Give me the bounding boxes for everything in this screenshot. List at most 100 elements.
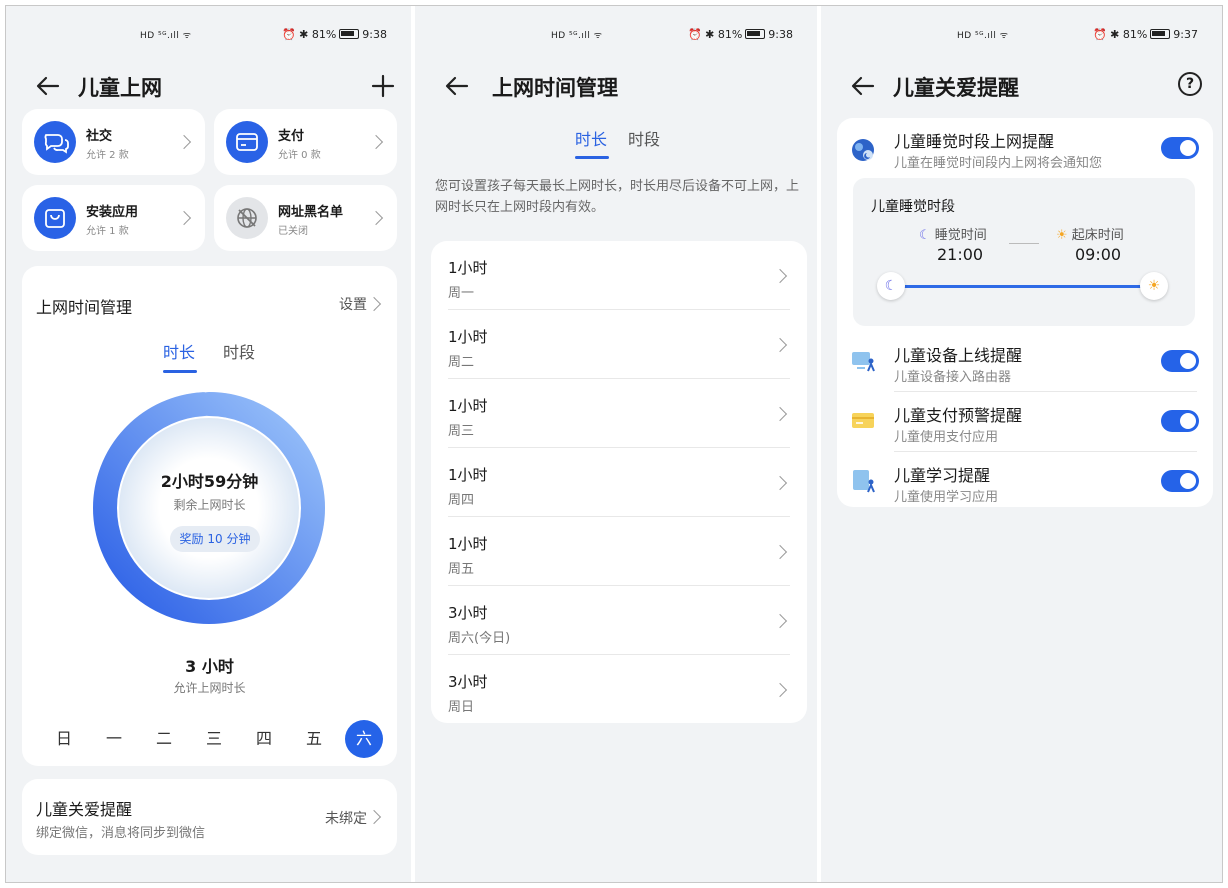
- chevron-right-icon: [368, 134, 384, 150]
- limit-day: 周二: [448, 355, 475, 370]
- day-saturday[interactable]: 六: [345, 720, 383, 758]
- tile-social[interactable]: 社交 允许 2 款: [22, 109, 205, 175]
- wake-time-label-group: ☀ 起床时间: [1056, 224, 1124, 243]
- limit-day: 周三: [448, 424, 475, 439]
- tab-duration[interactable]: 时长: [575, 126, 607, 150]
- day-friday[interactable]: 五: [295, 720, 333, 758]
- wallet-icon: [226, 121, 268, 163]
- care-sub: 绑定微信，消息将同步到微信: [36, 826, 206, 841]
- battery-icon: [1150, 29, 1171, 39]
- back-arrow-icon[interactable]: [849, 72, 877, 100]
- chevron-right-icon: [366, 296, 382, 312]
- limit-day: 周六(今日): [448, 631, 511, 646]
- add-icon[interactable]: [371, 74, 395, 98]
- tab-period[interactable]: 时段: [223, 339, 255, 363]
- payment-warning-toggle[interactable]: [1161, 410, 1199, 432]
- status-bar: HD ⁵ᴳ.ıll ᯤ ⏰ ✱ 81% 9:38: [415, 26, 817, 46]
- battery-icon: [339, 29, 360, 39]
- reminders-card: 儿童睡觉时段上网提醒 儿童在睡觉时间段内上网将会通知您 儿童睡觉时段 ☾ 睡觉时…: [837, 118, 1213, 507]
- tile-title: 社交: [86, 129, 113, 144]
- bed-time-label-group: ☾ 睡觉时间: [919, 224, 987, 243]
- battery-text: 81%: [1122, 28, 1148, 41]
- list-item[interactable]: 3小时 周日: [431, 655, 807, 723]
- list-item: 儿童学习提醒 儿童使用学习应用: [837, 452, 1213, 507]
- tile-url-blacklist[interactable]: 网址黑名单 已关闭: [214, 185, 397, 251]
- list-item[interactable]: 1小时 周五: [431, 517, 807, 586]
- sleep-reminder-toggle[interactable]: [1161, 137, 1199, 159]
- reminder-sub: 儿童使用支付应用: [894, 430, 999, 445]
- tab-indicator: [575, 156, 609, 159]
- battery-icon: [745, 29, 766, 39]
- payment-warning-icon: [852, 413, 874, 428]
- day-wednesday[interactable]: 三: [195, 720, 233, 758]
- time-separator: [1009, 243, 1039, 244]
- chevron-right-icon: [772, 613, 788, 629]
- chevron-right-icon: [368, 210, 384, 226]
- chevron-right-icon: [176, 134, 192, 150]
- device-online-toggle[interactable]: [1161, 350, 1199, 372]
- allowed-time: 3 小时: [185, 657, 234, 676]
- bonus-badge: 奖励 10 分钟: [170, 526, 260, 552]
- list-item[interactable]: 1小时 周二: [431, 310, 807, 379]
- study-reminder-toggle[interactable]: [1161, 470, 1199, 492]
- day-selector: 日 一 二 三 四 五 六: [22, 720, 397, 760]
- list-item[interactable]: 3小时 周六(今日): [431, 586, 807, 655]
- status-bar: HD ⁵ᴳ.ıll ᯤ ⏰ ✱ 81% 9:37: [821, 26, 1222, 46]
- wake-time-value[interactable]: 09:00: [1075, 245, 1121, 264]
- sun-icon: ☀: [1056, 228, 1068, 243]
- allowed-label: 允许上网时长: [173, 681, 246, 695]
- tile-payment[interactable]: 支付 允许 0 款: [214, 109, 397, 175]
- back-arrow-icon[interactable]: [443, 72, 471, 100]
- limit-day: 周四: [448, 493, 475, 508]
- limit-day: 周五: [448, 562, 475, 577]
- day-thursday[interactable]: 四: [245, 720, 283, 758]
- daily-limit-list: 1小时 周一 1小时 周二 1小时 周三 1小时 周四 1小时 周五 3小时 周…: [431, 241, 807, 723]
- list-item: 儿童支付预警提醒 儿童使用支付应用: [837, 392, 1213, 452]
- tab-indicator: [163, 370, 197, 373]
- settings-link[interactable]: 设置: [339, 294, 367, 314]
- list-item[interactable]: 1小时 周三: [431, 379, 807, 448]
- clock: 9:38: [768, 28, 793, 41]
- day-sunday[interactable]: 日: [45, 720, 83, 758]
- sleep-period-box: 儿童睡觉时段 ☾ 睡觉时间 21:00 ☀ 起床时间 09:00 ☾ ☀: [853, 178, 1195, 326]
- battery-text: 81%: [311, 28, 337, 41]
- day-tuesday[interactable]: 二: [145, 720, 183, 758]
- screen-kids-internet: HD ⁵ᴳ.ıll ᯤ ⏰ ✱ 81% 9:38 儿童上网 社交 允许 2 款 支…: [6, 6, 411, 882]
- bind-status: 未绑定: [325, 811, 367, 827]
- bed-time-value[interactable]: 21:00: [937, 245, 983, 264]
- clock: 9:38: [362, 28, 387, 41]
- wake-handle[interactable]: ☀: [1140, 272, 1168, 300]
- status-right: ⏰ ✱ 81% 9:38: [687, 28, 793, 41]
- list-item[interactable]: 1小时 周一: [431, 241, 807, 310]
- time-range-track: [891, 285, 1143, 288]
- back-arrow-icon[interactable]: [34, 72, 62, 100]
- list-item[interactable]: 1小时 周四: [431, 448, 807, 517]
- help-icon[interactable]: ?: [1178, 72, 1202, 96]
- kids-care-card[interactable]: 儿童关爱提醒 绑定微信，消息将同步到微信 未绑定: [22, 779, 397, 855]
- day-monday[interactable]: 一: [95, 720, 133, 758]
- tab-duration[interactable]: 时长: [163, 339, 195, 363]
- reminder-sub: 儿童在睡觉时间段内上网将会通知您: [894, 156, 1103, 171]
- chevron-right-icon: [772, 544, 788, 560]
- reminder-sub: 儿童使用学习应用: [894, 490, 999, 505]
- care-title: 儿童关爱提醒: [36, 800, 133, 819]
- screen-time-management: HD ⁵ᴳ.ıll ᯤ ⏰ ✱ 81% 9:38 上网时间管理 时长 时段 您可设…: [415, 6, 817, 882]
- chevron-right-icon: [772, 682, 788, 698]
- reminder-title: 儿童学习提醒: [894, 466, 991, 485]
- tile-install-apps[interactable]: 安装应用 允许 1 款: [22, 185, 205, 251]
- bed-time-label: 睡觉时间: [934, 228, 987, 243]
- limit-day: 周日: [448, 700, 475, 715]
- sleep-globe-icon: [852, 139, 874, 161]
- reminder-title: 儿童睡觉时段上网提醒: [894, 132, 1055, 151]
- tab-period[interactable]: 时段: [628, 126, 660, 150]
- remaining-time: 2小时59分钟: [160, 472, 259, 491]
- moon-icon: ☾: [919, 228, 931, 243]
- chat-icon: [34, 121, 76, 163]
- sleep-handle[interactable]: ☾: [877, 272, 905, 300]
- shopping-bag-icon: [34, 197, 76, 239]
- chevron-right-icon: [176, 210, 192, 226]
- reminder-title: 儿童设备上线提醒: [894, 346, 1023, 365]
- limit-value: 3小时: [448, 673, 488, 691]
- chevron-right-icon: [772, 406, 788, 422]
- limit-day: 周一: [448, 286, 475, 301]
